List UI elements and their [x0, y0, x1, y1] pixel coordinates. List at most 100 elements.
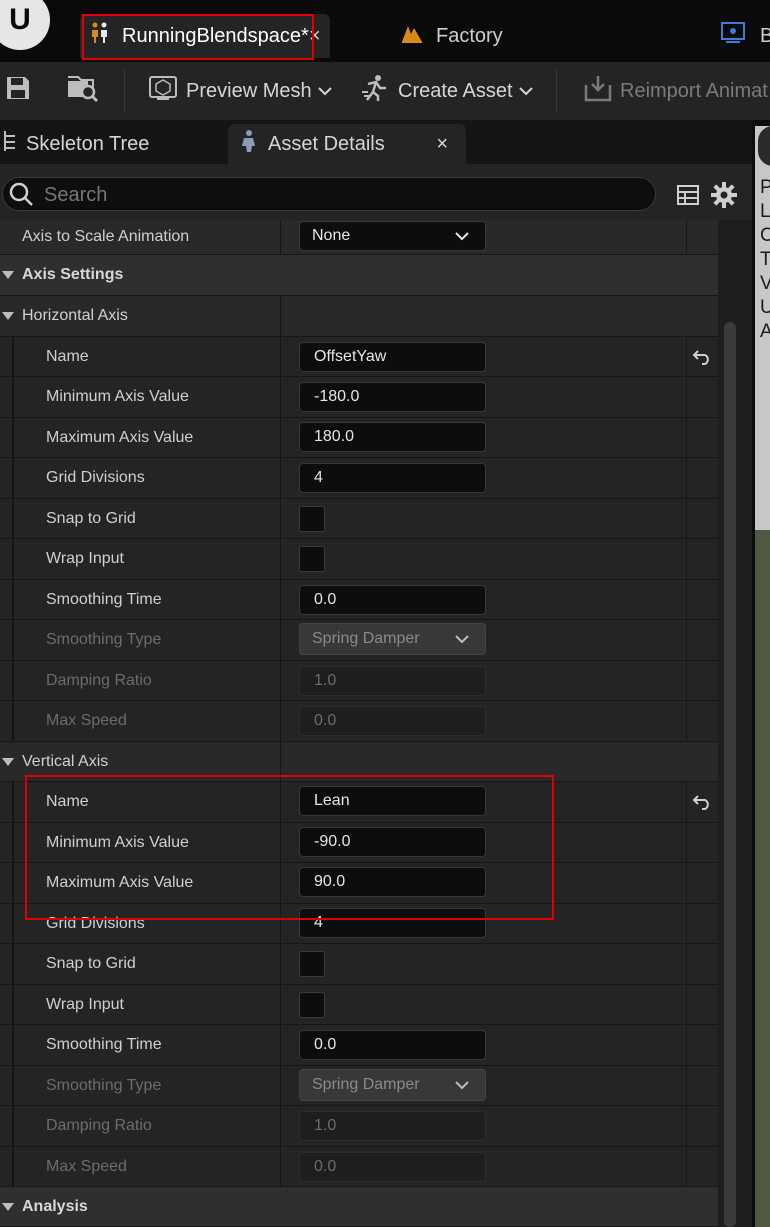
tab-label: Factory [436, 24, 503, 47]
combo-value: Spring Damper [312, 630, 420, 647]
horizontal-name-row: Name OffsetYaw [0, 337, 718, 377]
vertical-grid-row: Grid Divisions 4 [0, 904, 718, 944]
create-asset-button[interactable]: Create Asset [360, 62, 533, 120]
save-icon [4, 74, 32, 108]
horizontal-max-speed-row: Max Speed 0.0 [0, 701, 718, 742]
blueprint-icon [720, 21, 746, 51]
smoothing-type-combo[interactable]: Spring Damper [299, 1069, 486, 1101]
gear-icon[interactable] [710, 181, 738, 214]
property-label: Axis to Scale Animation [22, 228, 190, 245]
vertical-min-field[interactable]: -90.0 [299, 827, 486, 857]
collapse-arrow-icon[interactable] [2, 742, 14, 781]
vertical-name-field[interactable]: Lean [299, 786, 486, 816]
group-label: Horizontal Axis [22, 307, 128, 324]
property-label: Name [46, 793, 89, 810]
property-label: Smoothing Time [46, 1036, 162, 1053]
collapse-arrow-icon[interactable] [2, 255, 14, 295]
table-view-icon[interactable] [676, 183, 700, 212]
property-label: Snap to Grid [46, 509, 136, 527]
property-label: Maximum Axis Value [46, 428, 194, 446]
property-label: Maximum Axis Value [46, 874, 194, 891]
axis-settings-category[interactable]: Axis Settings [0, 255, 718, 296]
snap-to-grid-checkbox[interactable] [299, 951, 325, 977]
search-input[interactable] [42, 181, 646, 209]
vertical-smoothing-time-row: Smoothing Time 0.0 [0, 1025, 718, 1066]
save-button[interactable] [4, 62, 32, 120]
close-icon[interactable]: × [309, 25, 321, 48]
horizontal-damping-row: Damping Ratio 1.0 [0, 661, 718, 701]
horizontal-max-field[interactable]: 180.0 [299, 422, 486, 452]
tab-label: B [760, 24, 770, 47]
wrap-input-checkbox[interactable] [299, 992, 325, 1018]
tab-asset-details[interactable]: Asset Details × [228, 124, 466, 164]
scrollbar-thumb[interactable] [724, 322, 736, 1227]
viewport-floor [755, 530, 770, 1227]
factory-icon [400, 22, 424, 50]
property-label: Damping Ratio [46, 1117, 152, 1134]
collapse-arrow-icon[interactable] [2, 1187, 14, 1226]
horizontal-smoothing-time-row: Smoothing Time 0.0 [0, 580, 718, 620]
horizontal-min-field[interactable]: -180.0 [299, 382, 486, 412]
vertical-axis-header[interactable]: Vertical Axis [0, 742, 718, 782]
vertical-max-row: Maximum Axis Value 90.0 [0, 863, 718, 904]
vertical-grid-field[interactable]: 4 [299, 908, 486, 938]
vertical-max-speed-row: Max Speed 0.0 [0, 1147, 718, 1187]
tab-skeleton-tree[interactable]: Skeleton Tree [0, 124, 224, 164]
tab-b[interactable]: B [720, 14, 770, 58]
snap-to-grid-checkbox[interactable] [299, 506, 325, 532]
group-label: Vertical Axis [22, 752, 109, 770]
close-icon[interactable]: × [436, 133, 448, 156]
property-label: Name [46, 347, 89, 365]
skeleton-tree-label: Skeleton Tree [26, 132, 150, 155]
damping-ratio-field: 1.0 [299, 666, 486, 696]
property-label: Smoothing Type [46, 1076, 162, 1094]
reimport-label: Reimport Animat [620, 79, 768, 102]
vertical-max-field[interactable]: 90.0 [299, 867, 486, 897]
preview-mesh-label: Preview Mesh [186, 79, 312, 102]
collapse-arrow-icon[interactable] [2, 296, 14, 336]
smoothing-time-field[interactable]: 0.0 [299, 1030, 486, 1060]
wrap-input-checkbox[interactable] [299, 546, 325, 572]
tab-running-blendspace[interactable]: RunningBlendspace* × [80, 14, 330, 58]
vertical-wrap-row: Wrap Input [0, 985, 718, 1025]
running-man-icon [360, 74, 390, 108]
smoothing-time-field[interactable]: 0.0 [299, 585, 486, 615]
folder-search-icon [66, 73, 100, 109]
property-label: Max Speed [46, 1157, 127, 1175]
horizontal-name-field[interactable]: OffsetYaw [299, 342, 486, 372]
blendspace-icon [88, 21, 112, 51]
max-speed-field: 0.0 [299, 1152, 486, 1182]
asset-details-icon [238, 129, 258, 159]
category-label: Axis Settings [22, 266, 124, 283]
analysis-category[interactable]: Analysis [0, 1187, 718, 1227]
chevron-down-icon [317, 83, 332, 99]
details-panel: Axis to Scale Animation None Axis Settin… [0, 220, 718, 1227]
horizontal-min-row: Minimum Axis Value -180.0 [0, 377, 718, 418]
category-label: Analysis [22, 1197, 88, 1215]
vertical-smoothing-type-row: Smoothing Type Spring Damper [0, 1066, 718, 1106]
reset-arrow-icon[interactable] [692, 782, 712, 822]
property-label: Smoothing Time [46, 590, 162, 608]
property-label: Max Speed [46, 712, 127, 729]
chevron-down-icon [455, 1070, 469, 1100]
reimport-animation-button[interactable]: Reimport Animat [582, 62, 768, 120]
reset-arrow-icon[interactable] [692, 337, 712, 376]
chevron-down-icon [518, 83, 533, 99]
tab-factory[interactable]: Factory [400, 14, 540, 58]
smoothing-type-combo[interactable]: Spring Damper [299, 623, 486, 655]
toolbar-separator [124, 70, 125, 112]
property-label: Minimum Axis Value [46, 833, 189, 851]
axis-to-scale-combo[interactable]: None [299, 221, 486, 251]
horizontal-axis-header[interactable]: Horizontal Axis [0, 296, 718, 337]
preview-mesh-button[interactable]: Preview Mesh [148, 62, 332, 120]
damping-ratio-field: 1.0 [299, 1111, 486, 1141]
horizontal-grid-field[interactable]: 4 [299, 463, 486, 493]
browse-button[interactable] [66, 62, 100, 120]
chevron-down-icon [455, 624, 469, 654]
property-label: Wrap Input [46, 995, 124, 1013]
property-label: Snap to Grid [46, 955, 136, 972]
combo-value: None [312, 227, 351, 244]
property-label: Grid Divisions [46, 469, 145, 486]
vertical-name-row: Name Lean [0, 782, 718, 823]
asset-details-label: Asset Details [268, 132, 385, 155]
